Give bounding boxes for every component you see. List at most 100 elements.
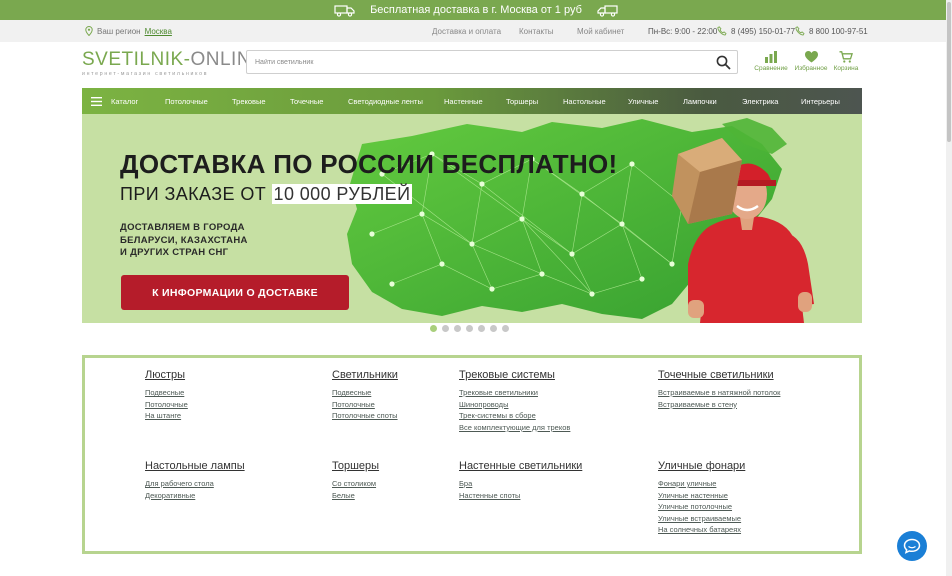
catalog-category-title[interactable]: Уличные фонари xyxy=(658,460,745,472)
logo-part-1: SVETILNIK- xyxy=(82,49,191,70)
header-info-row: Ваш регион Москва Доставка и оплата Конт… xyxy=(0,20,952,42)
nav-item-spot[interactable]: Точечные xyxy=(290,97,323,106)
scrollbar-thumb[interactable] xyxy=(947,2,951,142)
chat-icon xyxy=(903,538,921,554)
cart-label: Корзина xyxy=(833,65,859,72)
region-selector[interactable]: Ваш регион Москва xyxy=(85,20,172,42)
catalog-subcategory-link[interactable]: На штанге xyxy=(145,410,188,422)
catalog-column: Трековые системы Трековые светильники Шино… xyxy=(459,369,570,433)
nav-item-electrics[interactable]: Электрика xyxy=(742,97,778,106)
nav-item-interiors[interactable]: Интерьеры xyxy=(801,97,840,106)
banner-small-line: БЕЛАРУСИ, КАЗАХСТАНА xyxy=(120,234,248,246)
nav-item-track[interactable]: Трековые xyxy=(232,97,266,106)
nav-item-outdoor[interactable]: Уличные xyxy=(628,97,658,106)
site-logo[interactable]: SVETILNIK-ONLINE интернет-магазин светил… xyxy=(82,49,264,80)
catalog-box: Люстры Подвесные Потолочные На штанге Светил… xyxy=(82,355,862,554)
slider-dot[interactable] xyxy=(478,325,485,332)
catalog-subcategory-link[interactable]: Шинопроводы xyxy=(459,399,570,411)
catalog-subcategory-link[interactable]: Все комплектующие для треков xyxy=(459,422,570,434)
contacts-link[interactable]: Контакты xyxy=(519,20,554,42)
delivery-link[interactable]: Доставка и оплата xyxy=(432,20,501,42)
slider-dot[interactable] xyxy=(454,325,461,332)
catalog-subcategory-link[interactable]: Для рабочего стола xyxy=(145,478,245,490)
phone-icon xyxy=(717,26,727,36)
phone-1[interactable]: 8 (495) 150-01-77 xyxy=(717,20,795,42)
account-link[interactable]: Мой кабинет xyxy=(577,20,624,42)
catalog-subcategory-link[interactable]: Потолочные споты xyxy=(332,410,398,422)
scrollbar[interactable] xyxy=(946,0,952,576)
delivery-info-button[interactable]: К ИНФОРМАЦИИ О ДОСТАВКЕ xyxy=(121,275,349,310)
nav-item-floor[interactable]: Торшеры xyxy=(506,97,538,106)
nav-item-wall[interactable]: Настенные xyxy=(444,97,483,106)
banner-small-line: ДОСТАВЛЯЕМ В ГОРОДА xyxy=(120,222,245,233)
phone-icon xyxy=(795,26,805,36)
catalog-category-title[interactable]: Настенные светильники xyxy=(459,460,582,472)
catalog-subcategory-link[interactable]: На солнечных батареях xyxy=(658,524,745,536)
slider-dot[interactable] xyxy=(442,325,449,332)
catalog-category-title[interactable]: Люстры xyxy=(145,369,188,381)
heart-icon xyxy=(804,51,818,63)
catalog-subcategory-link[interactable]: Декоративные xyxy=(145,490,245,502)
map-pin-icon xyxy=(85,26,93,36)
catalog-category-title[interactable]: Торшеры xyxy=(332,460,379,472)
catalog-subcategory-link[interactable]: Подвесные xyxy=(332,387,398,399)
cart-button[interactable]: Корзина xyxy=(826,51,866,72)
catalog-subcategory-link[interactable]: Уличные встраиваемые xyxy=(658,513,745,525)
cart-icon xyxy=(839,51,853,63)
catalog-subcategory-link[interactable]: Подвесные xyxy=(145,387,188,399)
catalog-category-title[interactable]: Настольные лампы xyxy=(145,460,245,472)
catalog-column: Уличные фонари Фонари уличные Уличные наст… xyxy=(658,460,745,536)
catalog-subcategory-link[interactable]: Встраиваемые в натяжной потолок xyxy=(658,387,780,399)
catalog-subcategory-link[interactable]: Уличные настенные xyxy=(658,490,745,502)
main-nav: Каталог Потолочные Трековые Точечные Све… xyxy=(82,88,862,114)
compare-button[interactable]: Сравнение xyxy=(751,51,791,72)
slider-dot[interactable] xyxy=(430,325,437,332)
truck-icon xyxy=(334,4,356,17)
favorites-button[interactable]: Избранное xyxy=(791,51,831,72)
promo-bar: Бесплатная доставка в г. Москва от 1 руб xyxy=(0,0,952,20)
catalog-subcategory-link[interactable]: Встраиваемые в стену xyxy=(658,399,780,411)
promo-text: Бесплатная доставка в г. Москва от 1 руб xyxy=(370,4,582,16)
banner-subtitle-highlight: 10 000 РУБЛЕЙ xyxy=(271,184,413,204)
nav-item-bulbs[interactable]: Лампочки xyxy=(683,97,717,106)
catalog-subcategory-link[interactable]: Фонари уличные xyxy=(658,478,745,490)
catalog-column: Настольные лампы Для рабочего стола Декора… xyxy=(145,460,245,501)
catalog-subcategory-link[interactable]: Со столиком xyxy=(332,478,379,490)
catalog-subcategory-link[interactable]: Белые xyxy=(332,490,379,502)
catalog-subcategory-link[interactable]: Потолочные xyxy=(145,399,188,411)
favorites-label: Избранное xyxy=(794,65,828,72)
search-icon[interactable] xyxy=(716,55,731,75)
logo-tagline: интернет-магазин светильников xyxy=(82,71,209,77)
slider-dot[interactable] xyxy=(490,325,497,332)
nav-item-table[interactable]: Настольные xyxy=(563,97,606,106)
banner-title: ДОСТАВКА ПО РОССИИ БЕСПЛАТНО! xyxy=(120,149,618,179)
catalog-subcategory-link[interactable]: Уличные потолочные xyxy=(658,501,745,513)
nav-catalog[interactable]: Каталог xyxy=(111,97,138,106)
catalog-subcategory-link[interactable]: Бра xyxy=(459,478,582,490)
slider-dot[interactable] xyxy=(502,325,509,332)
compare-label: Сравнение xyxy=(754,65,788,72)
catalog-category-title[interactable]: Точечные светильники xyxy=(658,369,780,381)
banner-subtitle: ПРИ ЗАКАЗЕ ОТ 10 000 РУБЛЕЙ xyxy=(120,184,413,205)
catalog-subcategory-link[interactable]: Трек-системы в сборе xyxy=(459,410,570,422)
search-input[interactable] xyxy=(247,51,707,74)
chart-bars-icon xyxy=(765,51,777,63)
catalog-subcategory-link[interactable]: Трековые светильники xyxy=(459,387,570,399)
catalog-category-title[interactable]: Трековые системы xyxy=(459,369,570,381)
slider-dot[interactable] xyxy=(466,325,473,332)
phone-2[interactable]: 8 800 100-97-51 xyxy=(795,20,868,42)
region-value[interactable]: Москва xyxy=(145,27,172,36)
catalog-category-title[interactable]: Светильники xyxy=(332,369,398,381)
promo-banner[interactable]: ДОСТАВКА ПО РОССИИ БЕСПЛАТНО! ПРИ ЗАКАЗЕ… xyxy=(82,114,862,323)
search-box xyxy=(246,50,738,74)
catalog-column: Торшеры Со столиком Белые xyxy=(332,460,379,501)
nav-item-led-strips[interactable]: Светодиодные ленты xyxy=(348,97,423,106)
menu-icon[interactable] xyxy=(82,88,110,114)
catalog-column: Точечные светильники Встраиваемые в натяж… xyxy=(658,369,780,410)
chat-button[interactable] xyxy=(897,531,927,561)
nav-item-ceiling[interactable]: Потолочные xyxy=(165,97,208,106)
truck-icon xyxy=(596,4,618,17)
catalog-column: Люстры Подвесные Потолочные На штанге xyxy=(145,369,188,422)
catalog-subcategory-link[interactable]: Потолочные xyxy=(332,399,398,411)
catalog-subcategory-link[interactable]: Настенные споты xyxy=(459,490,582,502)
